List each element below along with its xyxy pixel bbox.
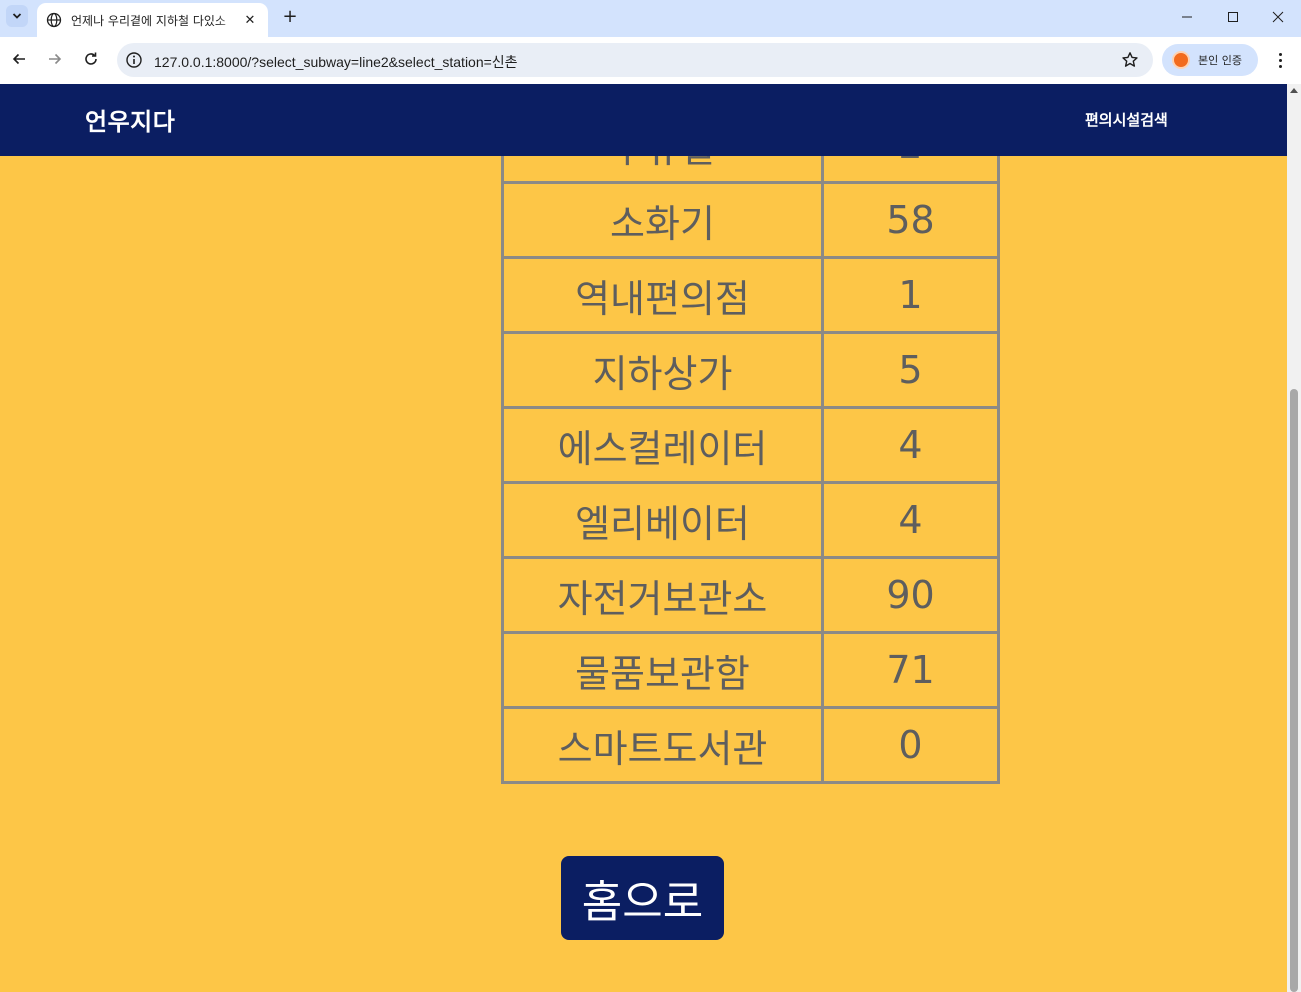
facility-name-cell: 지하상가 — [501, 331, 824, 409]
table-row: 지하상가 5 — [501, 331, 1000, 409]
scroll-up-arrow-icon[interactable] — [1290, 88, 1298, 93]
maximize-icon — [1228, 12, 1238, 22]
url-text[interactable]: 127.0.0.1:8000/?select_subway=line2&sele… — [154, 52, 518, 72]
browser-tabstrip: 언제나 우리곁에 지하철 다있소 ✕ + — [0, 0, 1301, 37]
browser-menu-button[interactable] — [1268, 49, 1292, 71]
home-button[interactable]: 홈으로 — [561, 856, 724, 940]
table-row: 엘리베이터 4 — [501, 481, 1000, 559]
facility-count-cell: 58 — [821, 181, 1000, 259]
arrow-right-icon — [49, 53, 62, 65]
facility-name-cell: 역내편의점 — [501, 256, 824, 334]
table-row: 스마트도서관 0 — [501, 706, 1000, 784]
close-tab-icon[interactable]: ✕ — [242, 13, 258, 28]
profile-button[interactable]: 본인 인증 — [1162, 44, 1258, 76]
new-tab-button[interactable]: + — [280, 7, 300, 27]
table-row: 자전거보관소 90 — [501, 556, 1000, 634]
table-row: 역내편의점 1 — [501, 256, 1000, 334]
address-bar[interactable]: 127.0.0.1:8000/?select_subway=line2&sele… — [117, 43, 1153, 77]
site-header: 언우지다 편의시설검색 — [0, 84, 1287, 156]
facility-name-cell: 자전거보관소 — [501, 556, 824, 634]
facility-count-cell: 0 — [821, 706, 1000, 784]
page-viewport: 수유실2소화기58역내편의점1지하상가5에스컬레이터4엘리베이터4자전거보관소9… — [0, 84, 1287, 992]
facility-name-cell: 엘리베이터 — [501, 481, 824, 559]
site-logo[interactable]: 언우지다 — [85, 102, 175, 137]
bookmark-star-icon[interactable] — [1121, 51, 1139, 69]
browser-tab-active[interactable]: 언제나 우리곁에 지하철 다있소 ✕ — [37, 3, 268, 37]
forward-button[interactable] — [43, 47, 67, 71]
scrollbar-thumb[interactable] — [1290, 389, 1298, 992]
table-row: 소화기 58 — [501, 181, 1000, 259]
facility-name-cell: 소화기 — [501, 181, 824, 259]
maximize-button[interactable] — [1210, 0, 1256, 34]
facility-name-cell: 물품보관함 — [501, 631, 824, 709]
tab-title: 언제나 우리곁에 지하철 다있소 — [71, 13, 226, 28]
profile-avatar — [1172, 51, 1190, 69]
page-scrollbar[interactable] — [1287, 84, 1301, 992]
arrow-left-icon — [12, 53, 25, 65]
profile-label: 본인 인증 — [1198, 54, 1242, 67]
close-icon — [1272, 11, 1284, 23]
facility-count-cell: 5 — [821, 331, 1000, 409]
facility-count-cell: 90 — [821, 556, 1000, 634]
facility-count-cell: 71 — [821, 631, 1000, 709]
more-vert-icon — [1278, 52, 1282, 56]
table-row: 에스컬레이터 4 — [501, 406, 1000, 484]
close-window-button[interactable] — [1255, 0, 1301, 34]
reload-button[interactable] — [79, 47, 103, 71]
facility-table: 수유실2소화기58역내편의점1지하상가5에스컬레이터4엘리베이터4자전거보관소9… — [501, 106, 1000, 784]
facility-count-cell: 4 — [821, 406, 1000, 484]
table-row: 물품보관함 71 — [501, 631, 1000, 709]
facility-count-cell: 1 — [821, 256, 1000, 334]
globe-icon — [46, 12, 62, 28]
facility-count-cell: 4 — [821, 481, 1000, 559]
back-button[interactable] — [7, 47, 31, 71]
minimize-icon — [1182, 16, 1192, 18]
browser-toolbar: 127.0.0.1:8000/?select_subway=line2&sele… — [0, 37, 1301, 84]
minimize-button[interactable] — [1164, 0, 1210, 34]
reload-icon — [85, 52, 97, 65]
nav-facility-search[interactable]: 편의시설검색 — [1085, 109, 1168, 130]
tab-search-button[interactable] — [6, 5, 28, 27]
chevron-down-icon — [12, 13, 22, 19]
info-icon[interactable] — [125, 51, 143, 69]
facility-name-cell: 스마트도서관 — [501, 706, 824, 784]
facility-name-cell: 에스컬레이터 — [501, 406, 824, 484]
